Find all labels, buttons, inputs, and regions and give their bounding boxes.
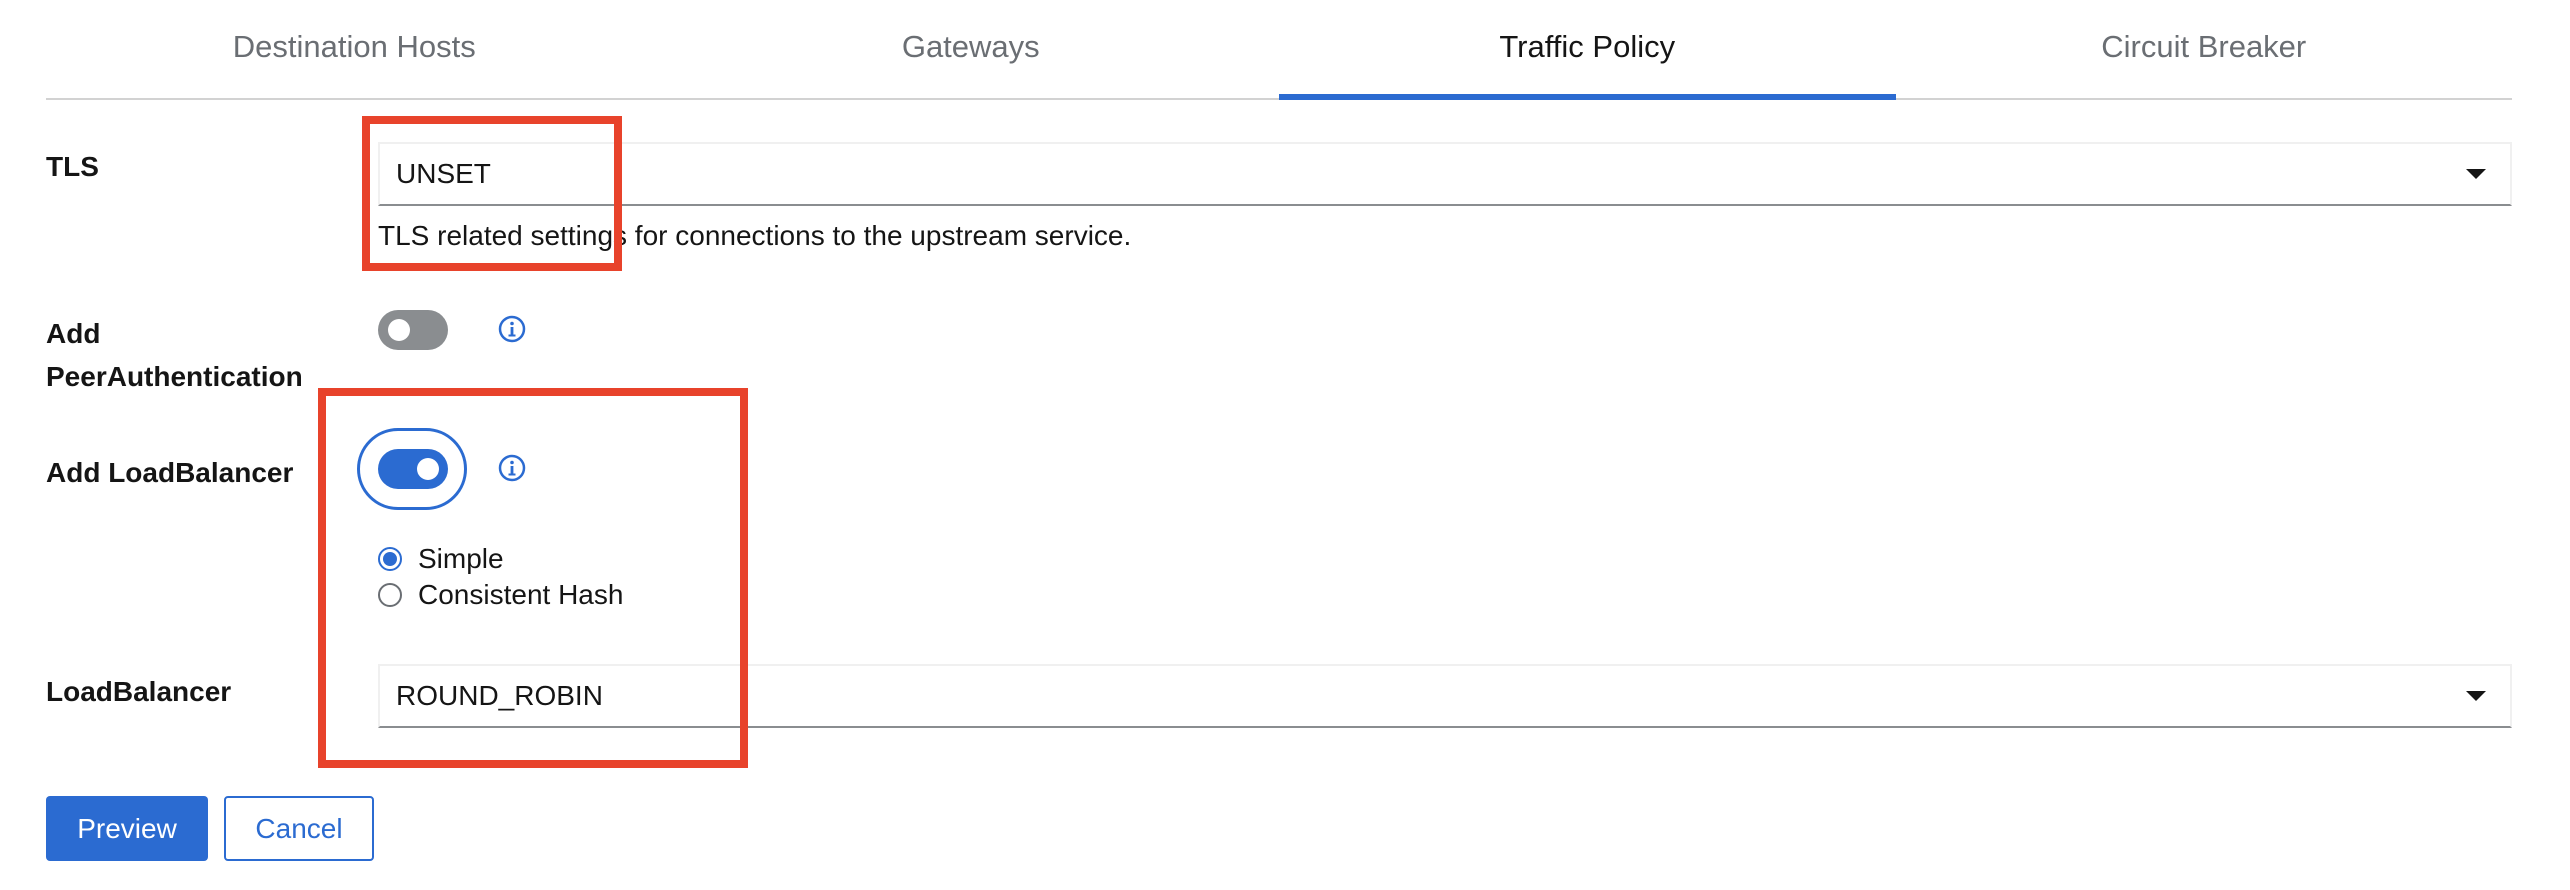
loadbalancer-toggle[interactable] <box>378 449 448 489</box>
peer-authentication-toggle[interactable] <box>378 310 448 350</box>
peer-auth-label-line2: PeerAuthentication <box>46 361 303 392</box>
radio-simple-label: Simple <box>418 543 504 574</box>
caret-down-icon <box>2466 169 2486 179</box>
caret-down-icon <box>2466 691 2486 701</box>
add-loadbalancer-label: Add LoadBalancer <box>46 457 294 488</box>
tab-destination-hosts[interactable]: Destination Hosts <box>46 0 663 98</box>
info-circle-icon[interactable] <box>497 453 527 483</box>
tls-label: TLS <box>46 151 99 182</box>
tab-bar: Destination Hosts Gateways Traffic Polic… <box>46 0 2512 100</box>
cancel-button[interactable]: Cancel <box>224 796 374 861</box>
radio-button-unchecked[interactable] <box>378 583 402 607</box>
toggle-knob <box>388 319 410 341</box>
tab-gateways[interactable]: Gateways <box>663 0 1280 98</box>
tls-select-value: UNSET <box>396 158 491 189</box>
toggle-knob <box>417 458 439 480</box>
tab-traffic-policy[interactable]: Traffic Policy <box>1279 0 1896 100</box>
radio-simple[interactable]: Simple <box>378 543 504 575</box>
preview-button[interactable]: Preview <box>46 796 208 861</box>
tab-circuit-breaker[interactable]: Circuit Breaker <box>1896 0 2513 98</box>
loadbalancer-select-value: ROUND_ROBIN <box>396 680 603 711</box>
tls-select[interactable]: UNSET <box>378 142 2512 206</box>
tls-helper-text: TLS related settings for connections to … <box>378 220 1132 251</box>
loadbalancer-select[interactable]: ROUND_ROBIN <box>378 664 2512 728</box>
info-circle-icon[interactable] <box>497 314 527 344</box>
radio-consistent-hash-label: Consistent Hash <box>418 579 624 610</box>
add-peer-authentication-label: Add PeerAuthentication <box>46 312 303 398</box>
radio-consistent-hash[interactable]: Consistent Hash <box>378 579 623 611</box>
loadbalancer-label: LoadBalancer <box>46 676 232 707</box>
radio-button-checked[interactable] <box>378 547 402 571</box>
peer-auth-label-line1: Add <box>46 318 101 349</box>
